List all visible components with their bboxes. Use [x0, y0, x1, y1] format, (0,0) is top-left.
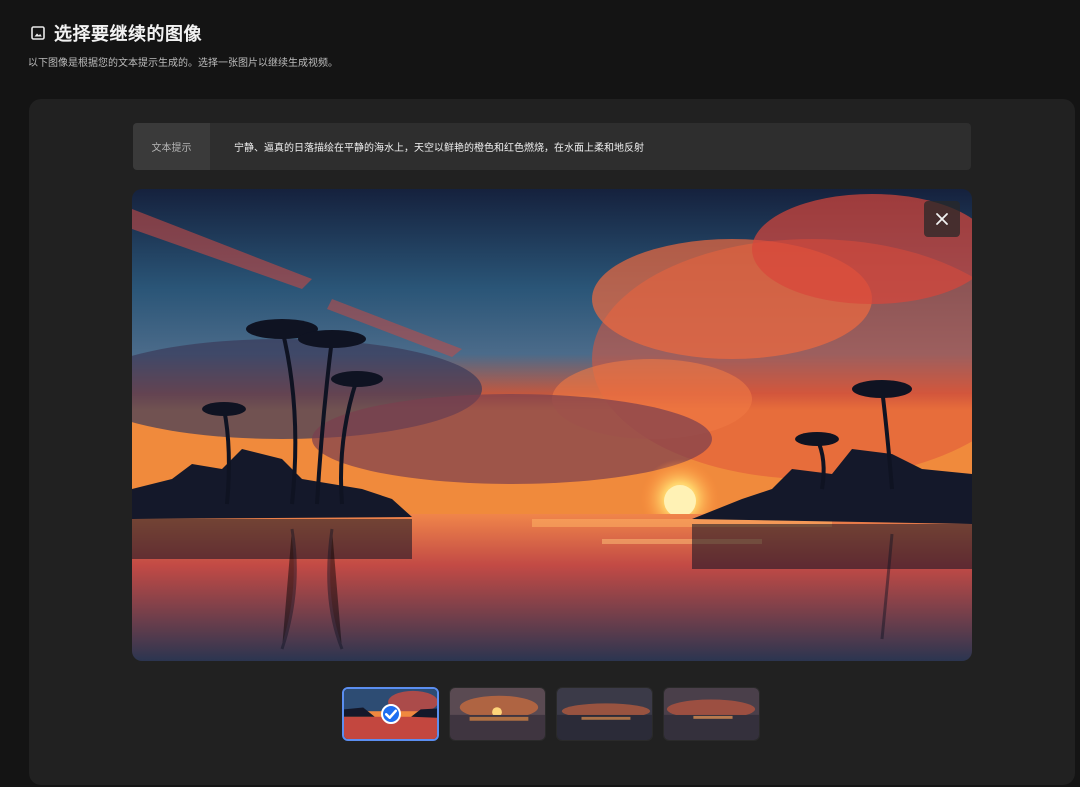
thumbnail-strip	[342, 687, 760, 741]
selected-check-badge	[380, 704, 401, 724]
thumbnail-image	[557, 688, 652, 740]
close-button[interactable]	[924, 201, 960, 237]
check-icon	[384, 709, 397, 719]
thumbnail-2[interactable]	[449, 687, 546, 741]
sunset-scene	[132, 189, 972, 661]
page-header: 选择要继续的图像 以下图像是根据您的文本提示生成的。选择一张图片以继续生成视频。	[28, 20, 338, 69]
close-icon	[936, 213, 948, 225]
title-row: 选择要继续的图像	[30, 20, 338, 46]
page-title: 选择要继续的图像	[54, 24, 202, 45]
prompt-text: 宁静、逼真的日落描绘在平静的海水上，天空以鲜艳的橙色和红色燃烧，在水面上柔和地反…	[234, 143, 644, 154]
main-preview-image	[132, 189, 972, 661]
prompt-bar: 文本提示 宁静、逼真的日落描绘在平静的海水上，天空以鲜艳的橙色和红色燃烧，在水面…	[133, 123, 971, 170]
content-panel: 文本提示 宁静、逼真的日落描绘在平静的海水上，天空以鲜艳的橙色和红色燃烧，在水面…	[29, 99, 1075, 785]
image-icon	[30, 25, 46, 41]
thumbnail-4[interactable]	[663, 687, 760, 741]
page-subtitle: 以下图像是根据您的文本提示生成的。选择一张图片以继续生成视频。	[28, 58, 338, 69]
thumbnail-image	[664, 688, 759, 740]
prompt-label: 文本提示	[133, 123, 210, 170]
thumbnail-3[interactable]	[556, 687, 653, 741]
thumbnail-1[interactable]	[342, 687, 439, 741]
thumbnail-image	[450, 688, 545, 740]
